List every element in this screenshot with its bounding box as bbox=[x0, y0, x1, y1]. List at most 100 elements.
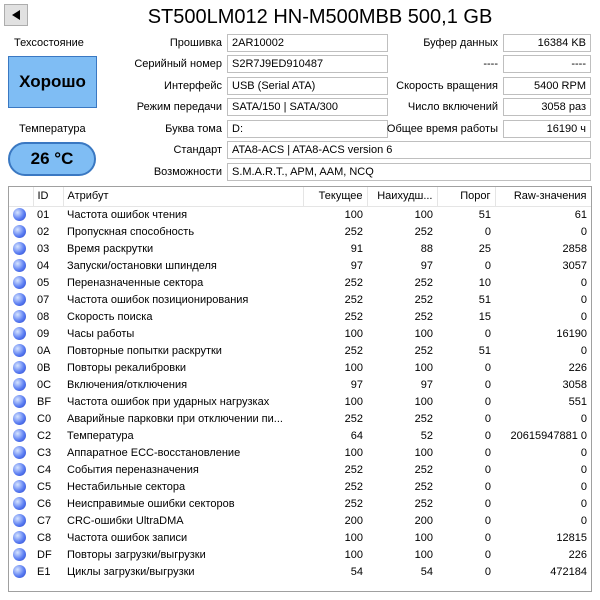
table-row[interactable]: 01 Частота ошибок чтения 100 100 51 61 bbox=[9, 206, 591, 223]
table-row[interactable]: C0 Аварийные парковки при отключении пи..… bbox=[9, 410, 591, 427]
cell-current: 97 bbox=[350, 259, 363, 272]
table-row[interactable]: C2 Температура 64 52 0 20615947881 0 bbox=[9, 427, 591, 444]
table-row[interactable]: 04 Запуски/остановки шпинделя 97 97 0 3057 bbox=[9, 257, 591, 274]
cell-id: C2 bbox=[37, 429, 52, 442]
table-row[interactable]: 0B Повторы рекалибровки 100 100 0 226 bbox=[9, 359, 591, 376]
buffer-label: Буфер данных bbox=[423, 37, 498, 49]
cell-threshold: 0 bbox=[484, 429, 491, 442]
status-cell bbox=[9, 444, 33, 461]
volume-field: D: bbox=[227, 120, 388, 138]
cell-threshold: 0 bbox=[484, 548, 491, 561]
cell-raw: 0 bbox=[580, 276, 587, 289]
cell-threshold: 0 bbox=[484, 514, 491, 527]
cell-raw: 12815 bbox=[556, 531, 587, 544]
table-row[interactable]: E1 Циклы загрузки/выгрузки 54 54 0 472184 bbox=[9, 563, 591, 580]
table-row[interactable]: C5 Нестабильные сектора 252 252 0 0 bbox=[9, 478, 591, 495]
standard-field: ATA8-ACS | ATA8-ACS version 6 bbox=[227, 141, 591, 159]
cell-worst: 100 bbox=[414, 531, 433, 544]
status-dot-icon bbox=[13, 463, 26, 476]
cell-worst: 100 bbox=[414, 361, 433, 374]
cell-raw: 0 bbox=[580, 344, 587, 357]
column-header-attribute[interactable]: Атрибут bbox=[63, 187, 304, 207]
cell-raw: 0 bbox=[580, 293, 587, 306]
cell-attribute: Скорость поиска bbox=[67, 310, 153, 323]
temperature-button[interactable]: 26 °C bbox=[8, 142, 96, 176]
cell-worst: 252 bbox=[414, 293, 433, 306]
table-row[interactable]: 0C Включения/отключения 97 97 0 3058 bbox=[9, 376, 591, 393]
cell-threshold: 0 bbox=[484, 480, 491, 493]
cell-current: 100 bbox=[344, 361, 363, 374]
cell-worst: 97 bbox=[420, 259, 433, 272]
cell-raw: 0 bbox=[580, 225, 587, 238]
cell-threshold: 0 bbox=[484, 327, 491, 340]
cell-current: 252 bbox=[344, 344, 363, 357]
table-row[interactable]: BF Частота ошибок при ударных нагрузках 10… bbox=[9, 393, 591, 410]
table-row[interactable]: 05 Переназначенные сектора 252 252 10 0 bbox=[9, 274, 591, 291]
status-dot-icon bbox=[13, 242, 26, 255]
drive-title: ST500LM012 HN-M500MBB 500,1 GB bbox=[147, 6, 493, 28]
cell-threshold: 15 bbox=[478, 310, 491, 323]
status-dot-icon bbox=[13, 480, 26, 493]
back-button[interactable] bbox=[4, 4, 28, 26]
status-cell bbox=[9, 223, 33, 240]
cell-worst: 52 bbox=[420, 429, 433, 442]
column-header-worst[interactable]: Наихудш... bbox=[367, 187, 438, 207]
cell-attribute: Повторы загрузки/выгрузки bbox=[67, 548, 206, 561]
smart-attribute-table[interactable]: ID Атрибут Текущее Наихудш... Порог Raw-… bbox=[8, 186, 592, 592]
cell-threshold: 51 bbox=[478, 293, 491, 306]
table-row[interactable]: C6 Неисправимые ошибки секторов 252 252 0 0 bbox=[9, 495, 591, 512]
cell-threshold: 0 bbox=[484, 395, 491, 408]
status-cell bbox=[9, 359, 33, 376]
cell-id: 01 bbox=[37, 208, 50, 221]
status-dot-icon bbox=[13, 225, 26, 238]
cell-raw: 61 bbox=[574, 208, 587, 221]
column-header-current[interactable]: Текущее bbox=[303, 187, 368, 207]
table-row[interactable]: 03 Время раскрутки 91 88 25 2858 bbox=[9, 240, 591, 257]
cell-worst: 100 bbox=[414, 548, 433, 561]
cell-threshold: 0 bbox=[484, 565, 491, 578]
column-header-status[interactable] bbox=[9, 187, 34, 207]
cell-raw: 0 bbox=[580, 412, 587, 425]
table-row[interactable]: 02 Пропускная способность 252 252 0 0 bbox=[9, 223, 591, 240]
cell-threshold: 0 bbox=[484, 225, 491, 238]
cell-attribute: Запуски/остановки шпинделя bbox=[67, 259, 217, 272]
table-row[interactable]: 09 Часы работы 100 100 0 16190 bbox=[9, 325, 591, 342]
cell-raw: 0 bbox=[580, 480, 587, 493]
table-row[interactable]: 07 Частота ошибок позиционирования 252 252 5… bbox=[9, 291, 591, 308]
status-dot-icon bbox=[13, 208, 26, 222]
column-header-threshold[interactable]: Порог bbox=[437, 187, 496, 207]
table-row[interactable]: 08 Скорость поиска 252 252 15 0 bbox=[9, 308, 591, 325]
serial-field: S2R7J9ED910487 bbox=[227, 55, 388, 73]
column-header-id[interactable]: ID bbox=[33, 187, 64, 207]
cell-threshold: 0 bbox=[484, 531, 491, 544]
cell-current: 97 bbox=[350, 378, 363, 391]
health-status-button[interactable]: Хорошо bbox=[8, 56, 97, 108]
cell-raw: 2858 bbox=[562, 242, 587, 255]
cell-raw: 0 bbox=[580, 446, 587, 459]
cell-raw: 0 bbox=[580, 310, 587, 323]
status-cell bbox=[9, 342, 33, 359]
table-row[interactable]: C7 CRC-ошибки UltraDMA 200 200 0 0 bbox=[9, 512, 591, 529]
table-row[interactable]: C3 Аппаратное ECC-восстановление 100 100 0 0 bbox=[9, 444, 591, 461]
cell-worst: 88 bbox=[420, 242, 433, 255]
status-dot-icon bbox=[13, 327, 26, 340]
cell-id: 0A bbox=[37, 344, 51, 357]
cell-attribute: Аппаратное ECC-восстановление bbox=[67, 446, 241, 459]
cell-id: 05 bbox=[37, 276, 50, 289]
table-row[interactable]: C8 Частота ошибок записи 100 100 0 12815 bbox=[9, 529, 591, 546]
firmware-label: Прошивка bbox=[169, 37, 222, 49]
cell-current: 100 bbox=[344, 446, 363, 459]
column-header-raw[interactable]: Raw-значения bbox=[495, 187, 591, 207]
cell-id: 09 bbox=[37, 327, 50, 340]
table-row[interactable]: DF Повторы загрузки/выгрузки 100 100 0 226 bbox=[9, 546, 591, 563]
cell-worst: 54 bbox=[420, 565, 433, 578]
cell-raw: 3058 bbox=[562, 378, 587, 391]
status-cell bbox=[9, 274, 33, 291]
table-row[interactable]: 0A Повторные попытки раскрутки 252 252 51 0 bbox=[9, 342, 591, 359]
cell-current: 64 bbox=[350, 429, 363, 442]
table-row[interactable]: C4 События переназначения 252 252 0 0 bbox=[9, 461, 591, 478]
cell-threshold: 0 bbox=[484, 446, 491, 459]
status-dot-icon bbox=[13, 514, 26, 527]
cell-id: 07 bbox=[37, 293, 50, 306]
cell-worst: 252 bbox=[414, 344, 433, 357]
